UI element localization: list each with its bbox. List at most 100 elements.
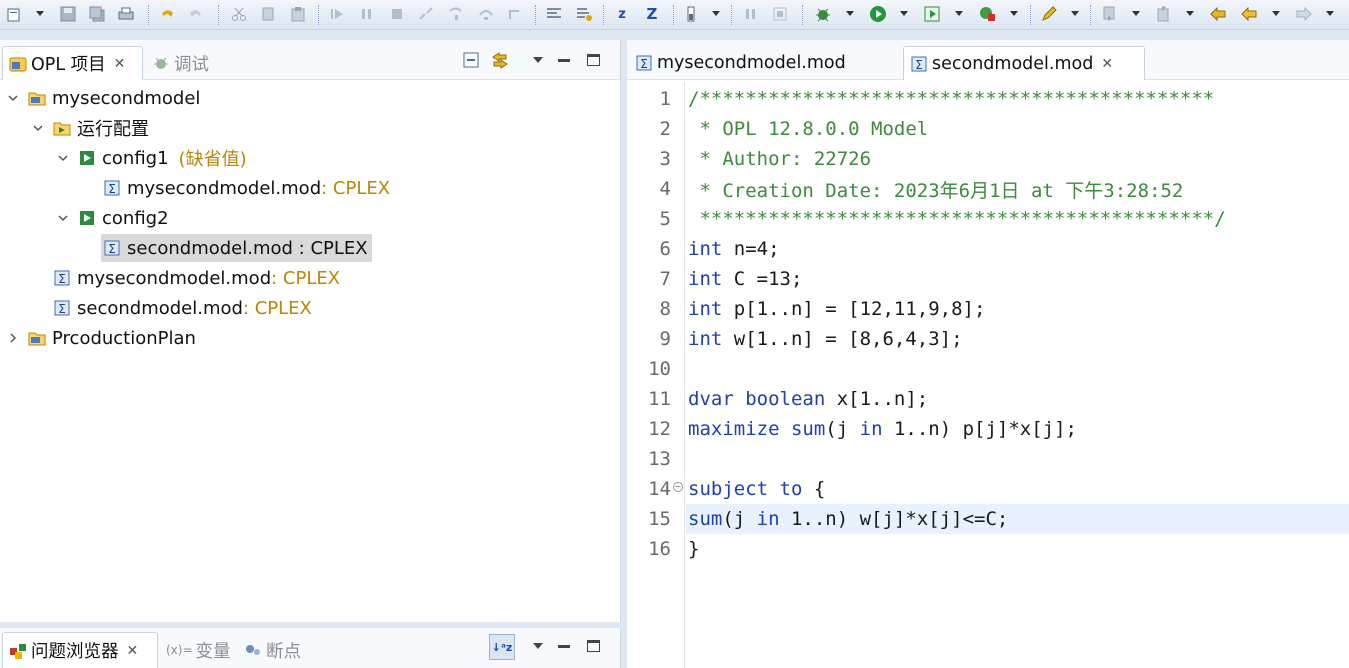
tab-breakpoints[interactable]: 断点 <box>238 632 307 668</box>
run-config-dropdown-icon[interactable] <box>955 11 963 16</box>
code-line[interactable]: * Creation Date: 2023年6月1日 at 下午3:28:52 <box>688 174 1183 204</box>
tree-item-mysecondmodel-mod[interactable]: Σ mysecondmodel.mod : CPLEX <box>53 264 340 292</box>
battery-icon[interactable] <box>680 3 702 25</box>
view-menu-icon[interactable] <box>528 50 548 70</box>
tab-mysecondmodel-mod[interactable]: Σ mysecondmodel.mod <box>629 46 899 80</box>
tab-debug[interactable]: 调试 <box>146 46 226 80</box>
tab-opl-projects[interactable]: OPL 项目 ✕ <box>2 46 143 80</box>
tab-problem-browser[interactable]: 问题浏览器 ✕ <box>2 632 158 668</box>
paste-icon[interactable] <box>287 3 309 25</box>
minimize-icon[interactable] <box>554 636 574 656</box>
toolbar-separator <box>802 5 803 25</box>
expand-toggle-icon[interactable] <box>56 211 70 225</box>
debug-bug-icon[interactable] <box>812 3 834 25</box>
redo-icon[interactable] <box>185 3 207 25</box>
toggle-comment-icon[interactable] <box>573 3 595 25</box>
zoom-out-icon[interactable]: z <box>611 3 633 25</box>
code-line[interactable]: int p[1..n] = [12,11,9,8]; <box>688 294 985 324</box>
fold-toggle-icon[interactable]: − <box>673 482 683 492</box>
close-icon[interactable]: ✕ <box>1101 56 1113 72</box>
back-dropdown-icon[interactable] <box>1272 11 1280 16</box>
code-line[interactable]: /***************************************… <box>688 84 1214 114</box>
close-icon[interactable]: ✕ <box>114 56 126 72</box>
tree-item-config1-model[interactable]: Σ mysecondmodel.mod : CPLEX <box>103 174 390 202</box>
expand-toggle-icon[interactable] <box>56 151 70 165</box>
next-annotation-dropdown-icon[interactable] <box>1132 11 1140 16</box>
maximize-icon[interactable] <box>583 636 603 656</box>
next-annotation-icon[interactable] <box>1098 3 1120 25</box>
code-line[interactable]: * OPL 12.8.0.0 Model <box>688 114 928 144</box>
external-tools-dropdown-icon[interactable] <box>1010 11 1018 16</box>
expand-toggle-icon[interactable] <box>31 121 45 135</box>
zoom-in-icon[interactable]: Z <box>641 3 663 25</box>
code-comment: * OPL 12.8.0.0 Model <box>688 118 929 140</box>
forward-icon[interactable] <box>1293 3 1315 25</box>
disconnect-icon[interactable] <box>415 3 437 25</box>
tree-item-config2-model[interactable]: Σ secondmodel.mod : CPLEX <box>101 234 372 262</box>
resume-icon[interactable] <box>326 3 348 25</box>
run-dropdown-icon[interactable] <box>900 11 908 16</box>
minimize-icon[interactable] <box>554 50 574 70</box>
pause-icon[interactable] <box>740 3 762 25</box>
pencil-dropdown-icon[interactable] <box>1071 11 1079 16</box>
print-icon[interactable] <box>115 3 137 25</box>
code-line[interactable]: dvar boolean x[1..n]; <box>688 384 928 414</box>
close-icon[interactable]: ✕ <box>127 643 139 659</box>
tab-variables[interactable]: (x)= 变量 <box>160 632 237 668</box>
copy-icon[interactable] <box>257 3 279 25</box>
expand-toggle-icon[interactable] <box>6 91 20 105</box>
new-file-icon[interactable] <box>4 3 26 25</box>
debug-dropdown-icon[interactable] <box>846 11 854 16</box>
expand-toggle-icon[interactable] <box>6 331 20 345</box>
collapse-all-icon[interactable] <box>461 50 481 70</box>
code-line[interactable]: int n=4; <box>688 234 780 264</box>
forward-dropdown-icon[interactable] <box>1326 11 1334 16</box>
line-number: 3 <box>659 148 671 170</box>
code-line[interactable]: subject to { <box>688 474 825 504</box>
tab-secondmodel-mod[interactable]: Σ secondmodel.mod ✕ <box>903 46 1145 80</box>
pencil-icon[interactable] <box>1038 3 1060 25</box>
step-over-icon[interactable] <box>475 3 497 25</box>
back-icon[interactable] <box>1238 3 1260 25</box>
link-with-editor-icon[interactable] <box>490 50 510 70</box>
sort-az-icon[interactable]: ↓ᵃz <box>489 634 515 660</box>
step-into-icon[interactable] <box>445 3 467 25</box>
code-text: { <box>802 478 826 500</box>
tree-item-config2[interactable]: config2 <box>78 204 169 232</box>
code-line[interactable]: int w[1..n] = [8,6,4,3]; <box>688 324 963 354</box>
tree-item-mysecondmodel[interactable]: mysecondmodel <box>28 84 200 112</box>
last-edit-icon[interactable] <box>1207 3 1229 25</box>
save-icon[interactable] <box>57 3 79 25</box>
code-line[interactable]: ****************************************… <box>688 204 1225 234</box>
tree-item-run-configs[interactable]: 运行配置 <box>53 114 149 142</box>
code-line[interactable]: int C =13; <box>688 264 802 294</box>
external-tools-icon[interactable] <box>976 3 998 25</box>
tab-debug-label: 调试 <box>174 54 209 75</box>
code-line[interactable]: sum (j in 1..n) w[j]*x[j]<=C; <box>688 504 1008 534</box>
maximize-icon[interactable] <box>583 50 603 70</box>
run-icon[interactable] <box>867 3 889 25</box>
save-all-icon[interactable] <box>86 3 108 25</box>
stop-icon[interactable] <box>769 3 791 25</box>
tree-item-config1[interactable]: config1 (缺省值) <box>78 144 247 172</box>
tree-item-secondmodel-mod[interactable]: Σ secondmodel.mod : CPLEX <box>53 294 312 322</box>
undo-icon[interactable] <box>156 3 178 25</box>
code-line[interactable]: * Author: 22726 <box>688 144 871 174</box>
step-return-icon[interactable] <box>504 3 526 25</box>
suspend-icon[interactable] <box>356 3 378 25</box>
tree-item-productionplan[interactable]: PrcoductionPlan <box>28 324 196 352</box>
terminate-icon[interactable] <box>386 3 408 25</box>
toolbar-separator <box>535 5 536 25</box>
code-line[interactable]: maximize sum (j in 1..n) p[j]*x[j]; <box>688 414 1077 444</box>
previous-annotation-dropdown-icon[interactable] <box>1186 11 1194 16</box>
previous-annotation-icon[interactable] <box>1152 3 1174 25</box>
code-line[interactable]: } <box>688 534 699 564</box>
editor-tab-strip: Σ mysecondmodel.mod Σ secondmodel.mod ✕ <box>627 40 1349 80</box>
battery-dropdown-icon[interactable] <box>712 11 720 16</box>
view-menu-icon[interactable] <box>528 636 548 656</box>
format-icon[interactable] <box>543 3 565 25</box>
cut-icon[interactable] <box>228 3 250 25</box>
new-dropdown-icon[interactable] <box>36 11 44 16</box>
run-config-icon[interactable] <box>921 3 943 25</box>
